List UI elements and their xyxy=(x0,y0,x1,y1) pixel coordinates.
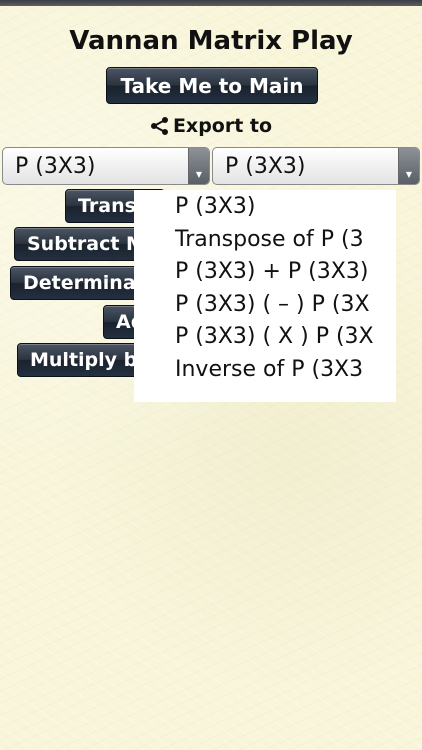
share-icon xyxy=(150,117,168,135)
dropdown-option[interactable]: P (3X3) xyxy=(175,194,256,219)
second-matrix-select-value: P (3X3) xyxy=(225,154,306,179)
second-matrix-select[interactable]: P (3X3) ▼ xyxy=(212,147,420,185)
window-top-bar xyxy=(0,0,422,6)
dropdown-option[interactable]: P (3X3) + P (3X3) xyxy=(175,259,368,284)
dropdown-option[interactable]: P (3X3) ( X ) P (3X xyxy=(175,324,374,349)
dropdown-option[interactable]: Inverse of P (3X3 xyxy=(175,357,363,382)
take-me-to-main-button[interactable]: Take Me to Main xyxy=(106,67,318,104)
dropdown-arrow-icon[interactable]: ▼ xyxy=(398,148,419,184)
dropdown-option[interactable]: P (3X3) ( – ) P (3X xyxy=(175,292,370,317)
export-label: Export to xyxy=(172,115,273,137)
first-matrix-select[interactable]: P (3X3) ▼ xyxy=(2,147,210,185)
first-matrix-select-value: P (3X3) xyxy=(15,154,96,179)
app-title: Vannan Matrix Play xyxy=(69,26,353,56)
dropdown-arrow-icon[interactable]: ▼ xyxy=(188,148,209,184)
export-to-button[interactable]: Export to xyxy=(0,115,422,137)
matrix-options-dropdown: P (3X3) Transpose of P (3 P (3X3) + P (3… xyxy=(134,190,396,402)
dropdown-option[interactable]: Transpose of P (3 xyxy=(175,227,364,252)
